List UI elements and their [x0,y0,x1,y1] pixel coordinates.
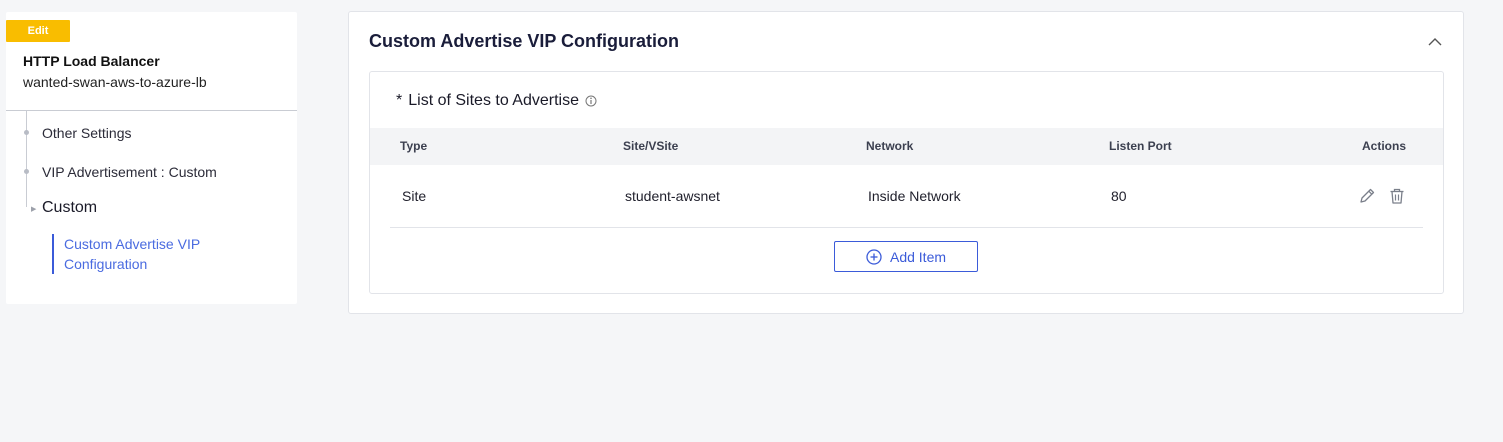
cell-site: student-awsnet [625,188,720,204]
active-indicator [52,234,54,274]
section-title: * List of Sites to Advertise [396,92,597,110]
sidebar-item-custom-advertise-vip[interactable]: Custom Advertise VIP Configuration [64,234,264,274]
add-item-button[interactable]: Add Item [834,241,978,272]
column-header-site: Site/VSite [623,139,679,153]
chevron-up-icon[interactable] [1427,34,1443,50]
column-header-actions: Actions [1362,139,1407,153]
column-header-network: Network [866,139,914,153]
edit-badge: Edit [6,20,70,42]
table-header: Type Site/VSite Network Listen Port Acti… [370,128,1443,165]
object-name: wanted-swan-aws-to-azure-lb [23,74,207,90]
column-header-port: Listen Port [1109,139,1172,153]
sidebar: Edit HTTP Load Balancer wanted-swan-aws-… [6,12,297,304]
sidebar-divider [6,110,297,111]
plus-circle-icon [866,248,882,265]
section-title-text: List of Sites to Advertise [408,92,579,109]
column-header-type: Type [400,139,428,153]
tree-dot [24,169,29,174]
object-type-title: HTTP Load Balancer [23,53,160,69]
add-item-label: Add Item [889,248,947,265]
required-marker: * [396,92,403,109]
tree-dot [24,130,29,135]
panel-title: Custom Advertise VIP Configuration [369,31,680,51]
edit-pencil-icon[interactable] [1358,187,1376,205]
sidebar-item-custom[interactable]: Custom [42,199,97,217]
config-panel: Custom Advertise VIP Configuration * Lis… [348,11,1464,314]
sidebar-item-other-settings[interactable]: Other Settings [42,125,132,141]
sidebar-item-vip-advertisement[interactable]: VIP Advertisement : Custom [42,164,217,180]
info-icon[interactable] [585,95,597,107]
cell-port: 80 [1111,188,1127,204]
sites-card: * List of Sites to Advertise Type Site/V… [369,71,1444,294]
tree-connector-line [26,111,27,207]
table-row: Site student-awsnet Inside Network 80 [390,165,1423,228]
cell-network: Inside Network [868,188,961,204]
trash-icon[interactable] [1388,187,1406,205]
tree-arrow-icon: ▶ [31,206,37,213]
cell-type: Site [402,188,427,204]
